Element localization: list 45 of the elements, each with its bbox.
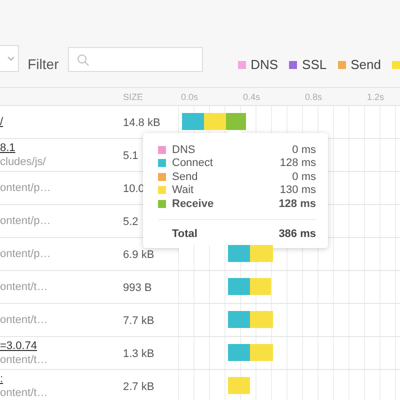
timing-label: Send bbox=[172, 170, 198, 183]
size-text: 7.7 kB bbox=[123, 315, 154, 327]
time-tick-label: 0.0s bbox=[181, 92, 198, 102]
time-tick-label: 0.4s bbox=[243, 92, 260, 102]
size-text: 2.7 kB bbox=[123, 381, 154, 393]
request-path: ontent/t… bbox=[0, 354, 49, 366]
request-path: ontent/t… bbox=[0, 387, 49, 399]
search-icon bbox=[76, 54, 89, 66]
legend-label: SSL bbox=[302, 57, 327, 72]
request-name[interactable]: / bbox=[0, 116, 115, 128]
timing-value: 0 ms bbox=[292, 144, 316, 156]
timing-label: Wait bbox=[172, 184, 194, 196]
chevron-down-icon bbox=[6, 56, 15, 61]
dropdown[interactable] bbox=[0, 45, 19, 72]
total-value: 386 ms bbox=[278, 228, 316, 240]
search-field[interactable] bbox=[68, 47, 203, 72]
size-text: 5.1 bbox=[123, 150, 138, 162]
request-path: ontent/t… bbox=[0, 281, 49, 293]
request-name[interactable]: : bbox=[0, 373, 115, 385]
timing-value: 128 ms bbox=[280, 157, 316, 170]
size-text: 14.8 kB bbox=[123, 117, 160, 129]
request-path: ontent/p… bbox=[0, 248, 52, 260]
size-text: 6.9 kB bbox=[123, 249, 154, 261]
request-path: ontent/p… bbox=[0, 215, 52, 227]
legend-label: Send bbox=[350, 57, 381, 72]
size-text: 993 B bbox=[123, 282, 152, 294]
timing-label: Receive bbox=[172, 198, 214, 210]
request-name[interactable]: =3.0.74 bbox=[0, 340, 115, 352]
size-text: 1.3 kB bbox=[123, 348, 154, 360]
size-text: 5.2 bbox=[123, 216, 138, 228]
total-label: Total bbox=[172, 228, 198, 240]
request-name[interactable]: 8.1 bbox=[0, 142, 115, 154]
time-tick-label: 0.8s bbox=[305, 92, 322, 102]
timing-value: 0 ms bbox=[292, 170, 316, 183]
request-path: ontent/p… bbox=[0, 182, 52, 194]
timing-value: 130 ms bbox=[280, 184, 316, 196]
time-tick-label: 1.2s bbox=[367, 92, 384, 102]
timing-label: Connect bbox=[172, 157, 213, 170]
column-header: SIZE bbox=[123, 92, 144, 102]
timing-label: DNS bbox=[172, 144, 196, 156]
filter-label: Filter bbox=[28, 56, 59, 72]
legend-label: DNS bbox=[250, 57, 278, 72]
request-path: cludes/js/ bbox=[0, 156, 47, 168]
request-path: ontent/t… bbox=[0, 314, 49, 326]
timing-value: 128 ms bbox=[278, 198, 316, 210]
